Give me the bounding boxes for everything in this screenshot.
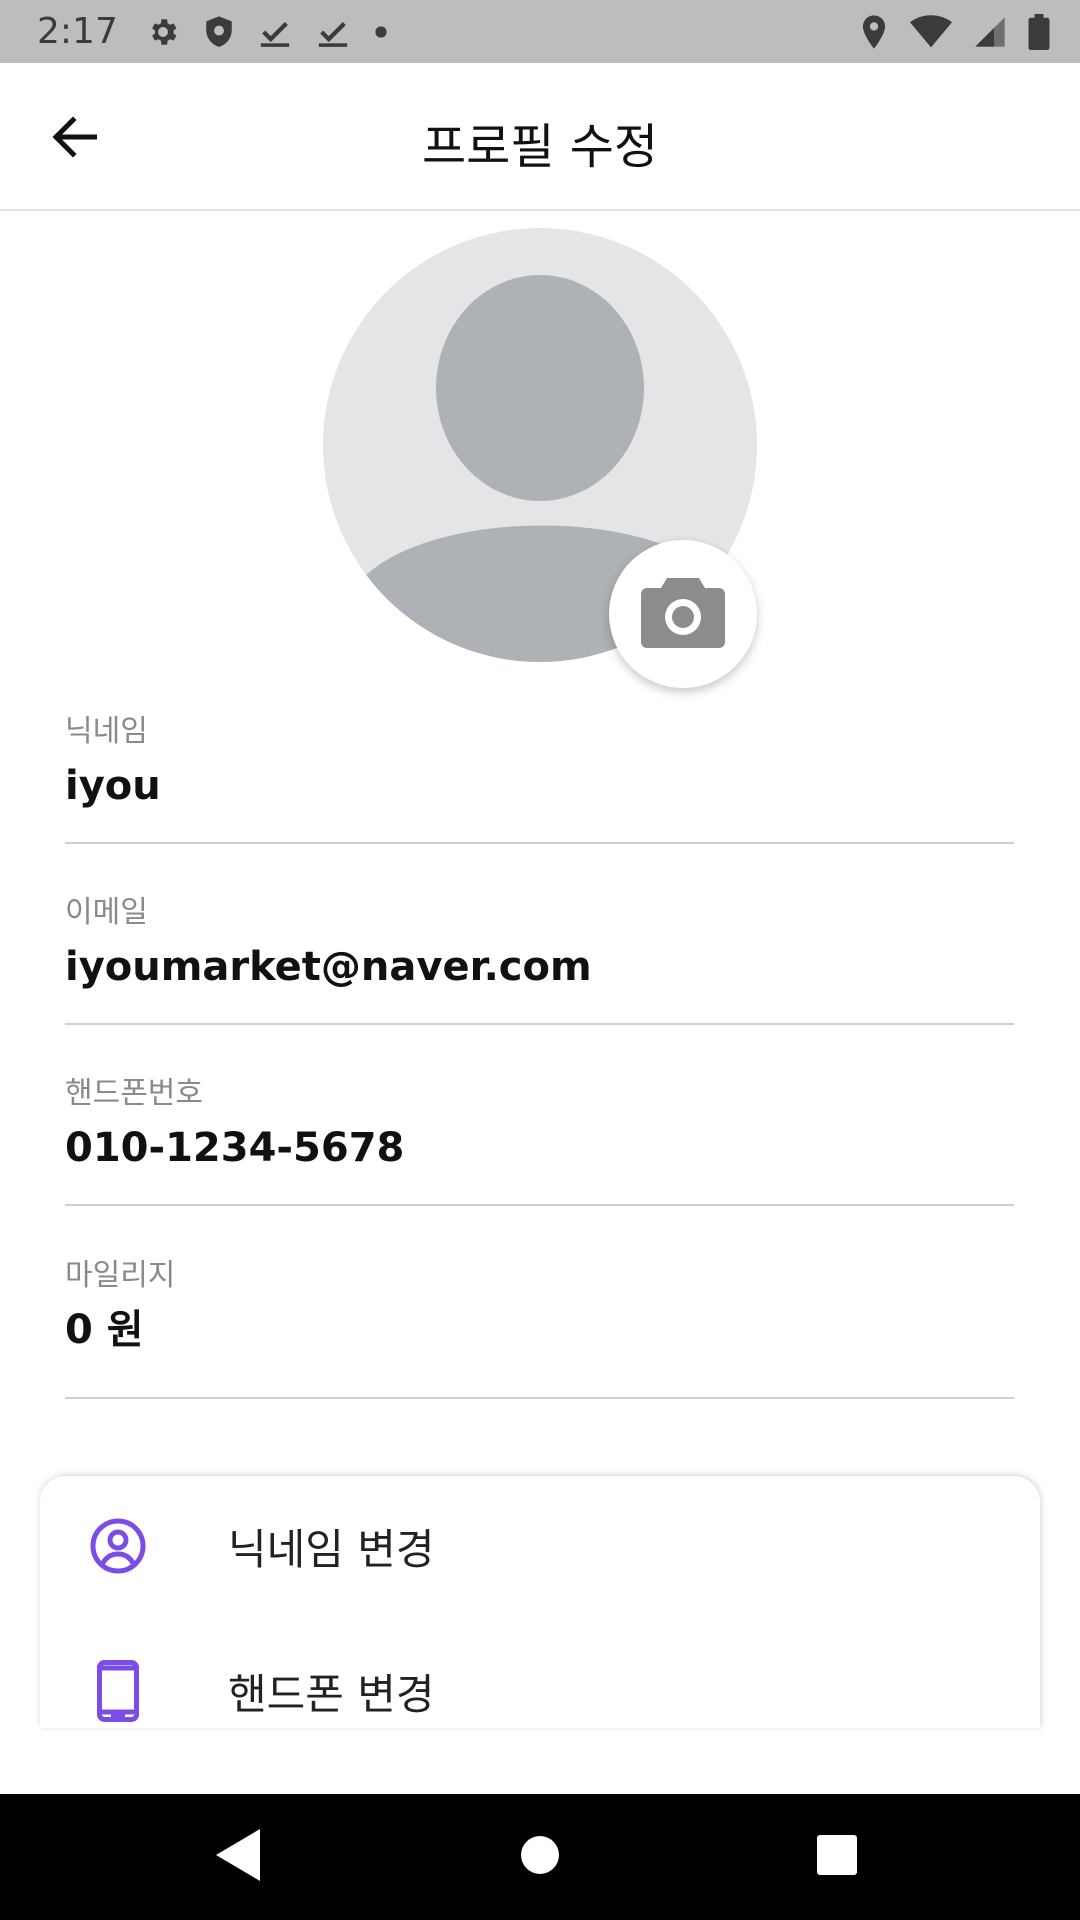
shield-icon [204, 15, 234, 49]
field-value: iyoumarket@naver.com [65, 944, 592, 990]
field-value: iyou [65, 763, 161, 809]
square-recents-icon [816, 1834, 858, 1880]
check-icon [316, 15, 350, 49]
menu-label: 핸드폰 변경 [228, 1669, 435, 1719]
phone-field: 핸드폰번호 010-1234-5678 [65, 1074, 1014, 1206]
nav-back-button[interactable] [205, 1824, 271, 1890]
circle-home-icon [520, 1835, 560, 1879]
signal-icon [974, 15, 1006, 49]
email-field: 이메일 iyoumarket@naver.com [65, 893, 1014, 1025]
smartphone-icon [84, 1657, 152, 1725]
mileage-field: 마일리지 0 원 [65, 1256, 1014, 1399]
status-time: 2:17 [37, 11, 118, 52]
field-label: 핸드폰번호 [65, 1076, 203, 1111]
status-bar: 2:17 [0, 0, 1080, 63]
profile-menu: 닉네임 변경 핸드폰 변경 [40, 1476, 1040, 1728]
nav-home-button[interactable] [507, 1824, 573, 1890]
gear-icon [146, 15, 180, 49]
field-label: 마일리지 [65, 1258, 176, 1293]
change-photo-button[interactable] [609, 540, 757, 688]
location-icon [860, 14, 888, 50]
triangle-back-icon [216, 1829, 260, 1885]
page-title: 프로필 수정 [421, 119, 659, 175]
camera-icon [639, 572, 727, 656]
battery-icon [1028, 13, 1050, 50]
app-bar: 프로필 수정 [0, 63, 1080, 211]
change-phone-item[interactable]: 핸드폰 변경 [40, 1621, 1040, 1728]
field-value: 010-1234-5678 [65, 1125, 405, 1171]
dot-icon [374, 25, 388, 39]
check-icon [258, 15, 292, 49]
wifi-icon [910, 14, 952, 49]
change-nickname-item[interactable]: 닉네임 변경 [40, 1476, 1040, 1616]
user-circle-icon [84, 1512, 152, 1580]
nav-recents-button[interactable] [804, 1824, 870, 1890]
nickname-field: 닉네임 iyou [65, 712, 1014, 844]
menu-label: 닉네임 변경 [228, 1524, 435, 1574]
field-label: 이메일 [65, 895, 148, 930]
field-label: 닉네임 [65, 714, 148, 749]
field-value: 0 원 [65, 1307, 144, 1353]
system-nav-bar [0, 1794, 1080, 1920]
